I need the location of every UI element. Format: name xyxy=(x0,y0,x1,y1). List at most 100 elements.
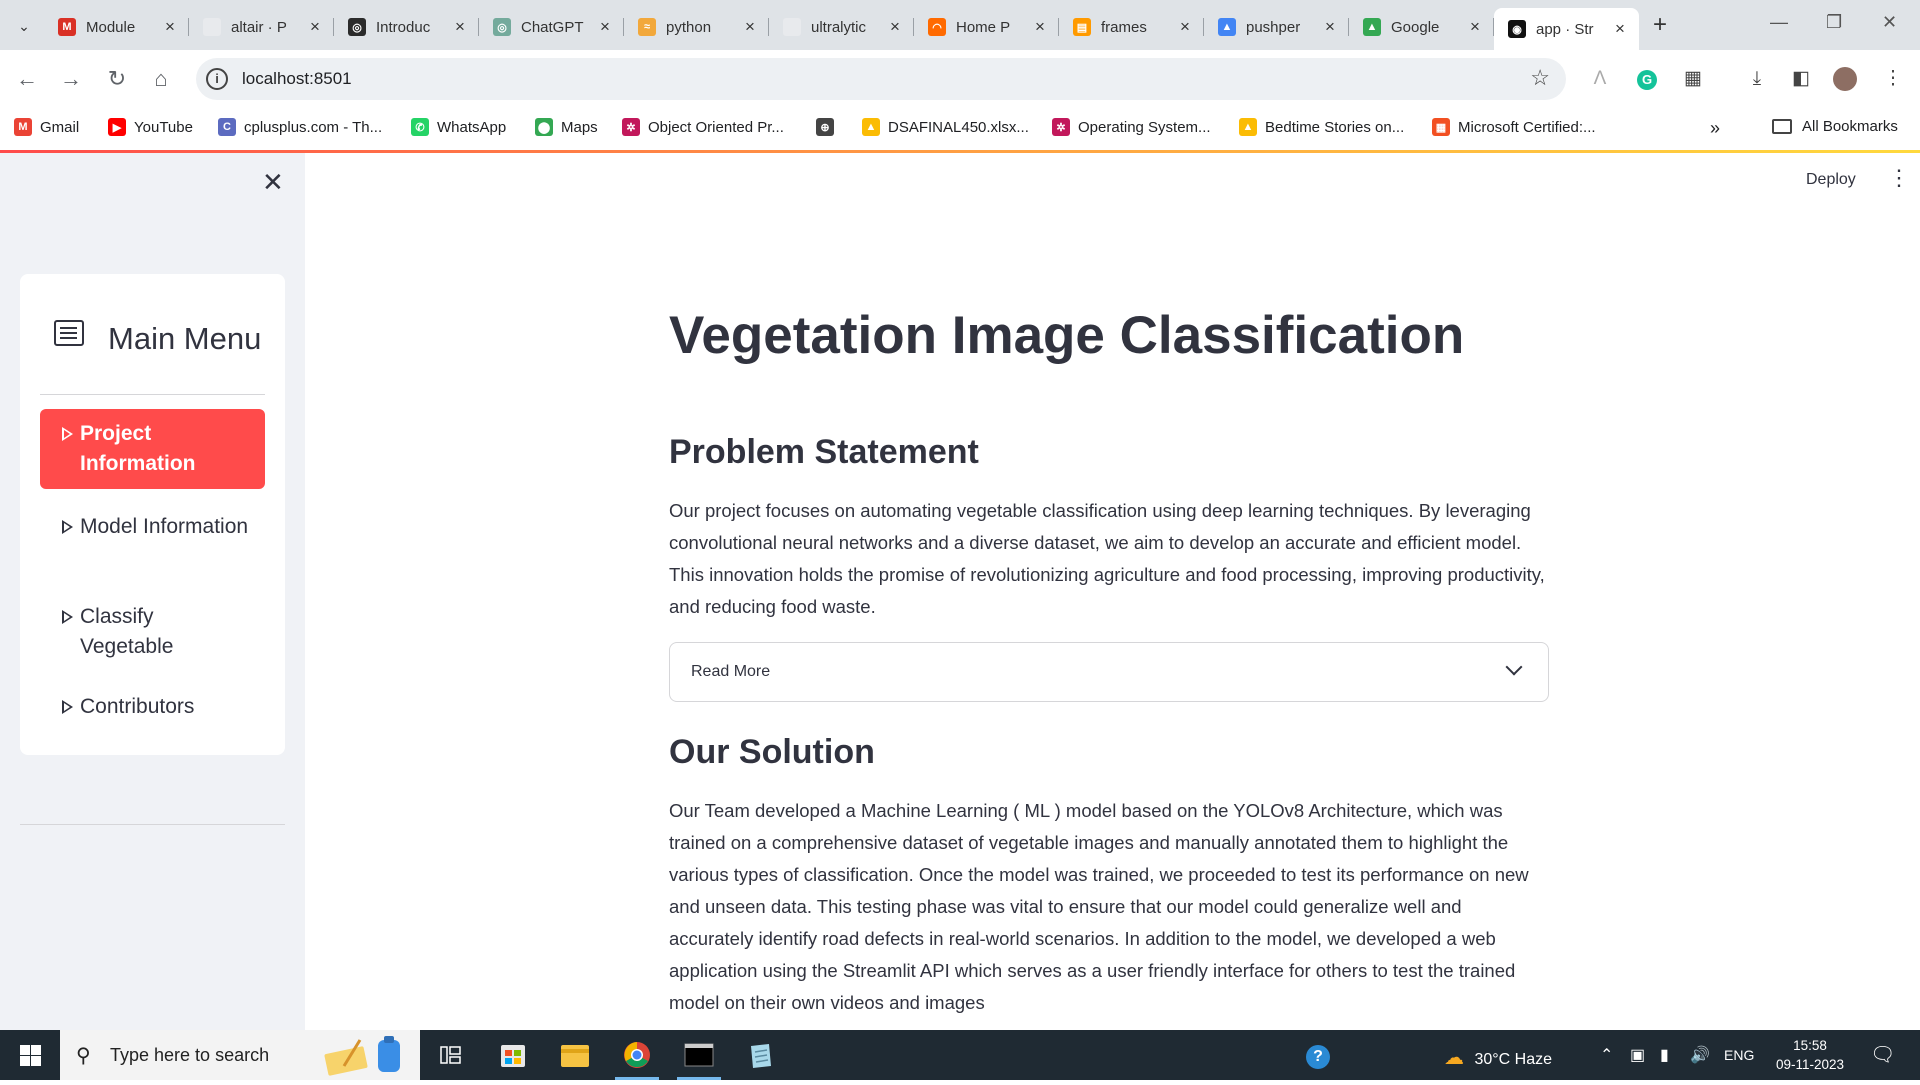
bookmark-item[interactable]: M Gmail xyxy=(14,118,79,136)
tab-favicon-icon xyxy=(783,18,801,36)
notifications-icon[interactable]: 🗨 xyxy=(1870,1042,1895,1067)
browser-tab[interactable]: ▤ frames × xyxy=(1059,10,1204,44)
main-menu-icon[interactable]: ⋮ xyxy=(1888,167,1910,189)
deploy-button[interactable]: Deploy xyxy=(1806,171,1856,189)
url-text[interactable]: localhost:8501 xyxy=(242,69,352,89)
tab-close-icon[interactable]: × xyxy=(1321,17,1339,37)
new-tab-button[interactable]: + xyxy=(1646,12,1674,40)
tab-close-icon[interactable]: × xyxy=(1611,19,1629,39)
terminal-icon[interactable] xyxy=(669,1030,729,1080)
tab-close-icon[interactable]: × xyxy=(1466,17,1484,37)
bookmark-star-icon[interactable]: ☆ xyxy=(1530,65,1550,91)
bookmark-favicon-icon: ✲ xyxy=(622,118,640,136)
bookmark-favicon-icon: C xyxy=(218,118,236,136)
extensions-puzzle-icon[interactable]: ▦ xyxy=(1678,64,1708,94)
tab-title: ChatGPT xyxy=(521,18,584,36)
extension-a-icon[interactable]: Λ xyxy=(1585,64,1615,94)
bookmark-item[interactable]: ✆ WhatsApp xyxy=(411,118,506,136)
battery-icon[interactable]: ▮ xyxy=(1660,1045,1669,1065)
bookmark-item[interactable]: Ccplusplus.com - Th... xyxy=(218,118,382,136)
menu-item-classify-vegetable[interactable]: Classify Vegetable xyxy=(40,592,265,672)
browser-tab[interactable]: altair · P × xyxy=(189,10,334,44)
bookmark-item[interactable]: ▶ YouTube xyxy=(108,118,193,136)
tab-search-chevron-icon[interactable]: ⌄ xyxy=(8,10,40,42)
back-icon[interactable]: ← xyxy=(12,64,42,94)
read-more-expander[interactable]: Read More xyxy=(669,642,1549,702)
tab-close-icon[interactable]: × xyxy=(451,17,469,37)
show-hidden-icons[interactable]: ⌃ xyxy=(1600,1045,1613,1065)
all-bookmarks-folder[interactable]: All Bookmarks xyxy=(1772,118,1898,135)
caret-right-icon xyxy=(62,700,73,714)
site-info-icon[interactable]: i xyxy=(206,68,228,90)
tab-favicon-icon: ◠ xyxy=(928,18,946,36)
tab-close-icon[interactable]: × xyxy=(161,17,179,37)
download-icon[interactable]: ⤓ xyxy=(1742,64,1772,94)
home-icon[interactable]: ⌂ xyxy=(146,64,176,94)
tab-close-icon[interactable]: × xyxy=(596,17,614,37)
network-icon[interactable]: ▣ xyxy=(1630,1045,1645,1065)
menu-item-model-information[interactable]: Model Information xyxy=(40,502,265,552)
close-sidebar-icon[interactable]: ✕ xyxy=(262,167,284,198)
menu-title: Main Menu xyxy=(108,321,262,356)
weather-widget[interactable]: ☁ 30°C Haze xyxy=(1444,1045,1552,1070)
profile-avatar[interactable] xyxy=(1830,64,1860,94)
bookmarks-overflow-icon[interactable]: » xyxy=(1710,118,1720,139)
option-menu: Main Menu Project Information Model Infor… xyxy=(20,274,285,755)
menu-item-project-information[interactable]: Project Information xyxy=(40,409,265,489)
task-view-icon[interactable] xyxy=(420,1030,480,1080)
tab-active[interactable]: ◉ app · Str × xyxy=(1494,8,1639,50)
browser-tab[interactable]: ▲ Google × xyxy=(1349,10,1494,44)
bookmark-favicon-icon: ✆ xyxy=(411,118,429,136)
tab-title: altair · P xyxy=(231,18,287,36)
address-bar[interactable]: i localhost:8501 ☆ xyxy=(196,58,1566,100)
minimize-icon[interactable]: — xyxy=(1770,12,1788,33)
bookmark-label: Bedtime Stories on... xyxy=(1265,118,1405,136)
bookmark-item[interactable]: ▲ Bedtime Stories on... xyxy=(1239,118,1404,136)
browser-tab[interactable]: ◎ ChatGPT × xyxy=(479,10,624,44)
volume-icon[interactable]: 🔊 xyxy=(1690,1045,1710,1065)
bookmark-item[interactable]: ⊕ xyxy=(816,118,842,136)
browser-tab[interactable]: ultralytic × xyxy=(769,10,914,44)
side-panel-icon[interactable]: ◧ xyxy=(1786,64,1816,94)
tab-favicon-icon: ◉ xyxy=(1508,20,1526,38)
menu-item-contributors[interactable]: Contributors xyxy=(40,682,265,732)
tab-favicon-icon: ≈ xyxy=(638,18,656,36)
tab-close-icon[interactable]: × xyxy=(1031,17,1049,37)
bookmark-favicon-icon: ▶ xyxy=(108,118,126,136)
bookmark-item[interactable]: ✲ Object Oriented Pr... xyxy=(622,118,784,136)
taskbar-search[interactable]: ⚲ Type here to search xyxy=(60,1030,420,1080)
reload-icon[interactable]: ↻ xyxy=(102,64,132,94)
browser-tab[interactable]: ≈ python × xyxy=(624,10,769,44)
browser-tab[interactable]: ◠ Home P × xyxy=(914,10,1059,44)
bookmark-item[interactable]: ⬤ Maps xyxy=(535,118,598,136)
window-close-icon[interactable]: ✕ xyxy=(1882,12,1897,33)
microsoft-store-icon[interactable] xyxy=(483,1030,543,1080)
tab-close-icon[interactable]: × xyxy=(306,17,324,37)
bookmark-favicon-icon: ✲ xyxy=(1052,118,1070,136)
tab-close-icon[interactable]: × xyxy=(1176,17,1194,37)
bookmark-item[interactable]: ▲ DSAFINAL450.xlsx... xyxy=(862,118,1029,136)
help-icon[interactable]: ? xyxy=(1306,1045,1330,1069)
bookmark-item[interactable]: ▦ Microsoft Certified:... xyxy=(1432,118,1596,136)
forward-icon[interactable]: → xyxy=(56,64,86,94)
bookmark-item[interactable]: ✲ Operating System... xyxy=(1052,118,1211,136)
chrome-menu-icon[interactable]: ⋮ xyxy=(1878,64,1908,94)
tab-close-icon[interactable]: × xyxy=(886,17,904,37)
bookmark-label: WhatsApp xyxy=(437,118,507,136)
browser-tab[interactable]: ◎ Introduc × xyxy=(334,10,479,44)
page-title: Vegetation Image Classification xyxy=(669,306,1465,365)
file-explorer-icon[interactable] xyxy=(545,1030,605,1080)
browser-tab[interactable]: M Module × xyxy=(44,10,189,44)
menu-item-label: Contributors xyxy=(80,695,195,718)
restore-icon[interactable]: ❐ xyxy=(1826,12,1842,33)
language-indicator[interactable]: ENG xyxy=(1724,1047,1754,1063)
bookmark-label: Maps xyxy=(561,118,598,136)
chrome-taskbar-icon[interactable] xyxy=(607,1030,667,1080)
grammarly-icon[interactable]: G xyxy=(1632,64,1662,94)
notepad-icon[interactable] xyxy=(731,1030,791,1080)
tab-close-icon[interactable]: × xyxy=(741,17,759,37)
clock[interactable]: 15:58 09-11-2023 xyxy=(1760,1036,1860,1074)
sidebar: ✕ Main Menu Project Information Model Inf… xyxy=(0,153,305,1030)
start-button[interactable] xyxy=(0,1030,58,1080)
browser-tab[interactable]: ▲ pushper × xyxy=(1204,10,1349,44)
